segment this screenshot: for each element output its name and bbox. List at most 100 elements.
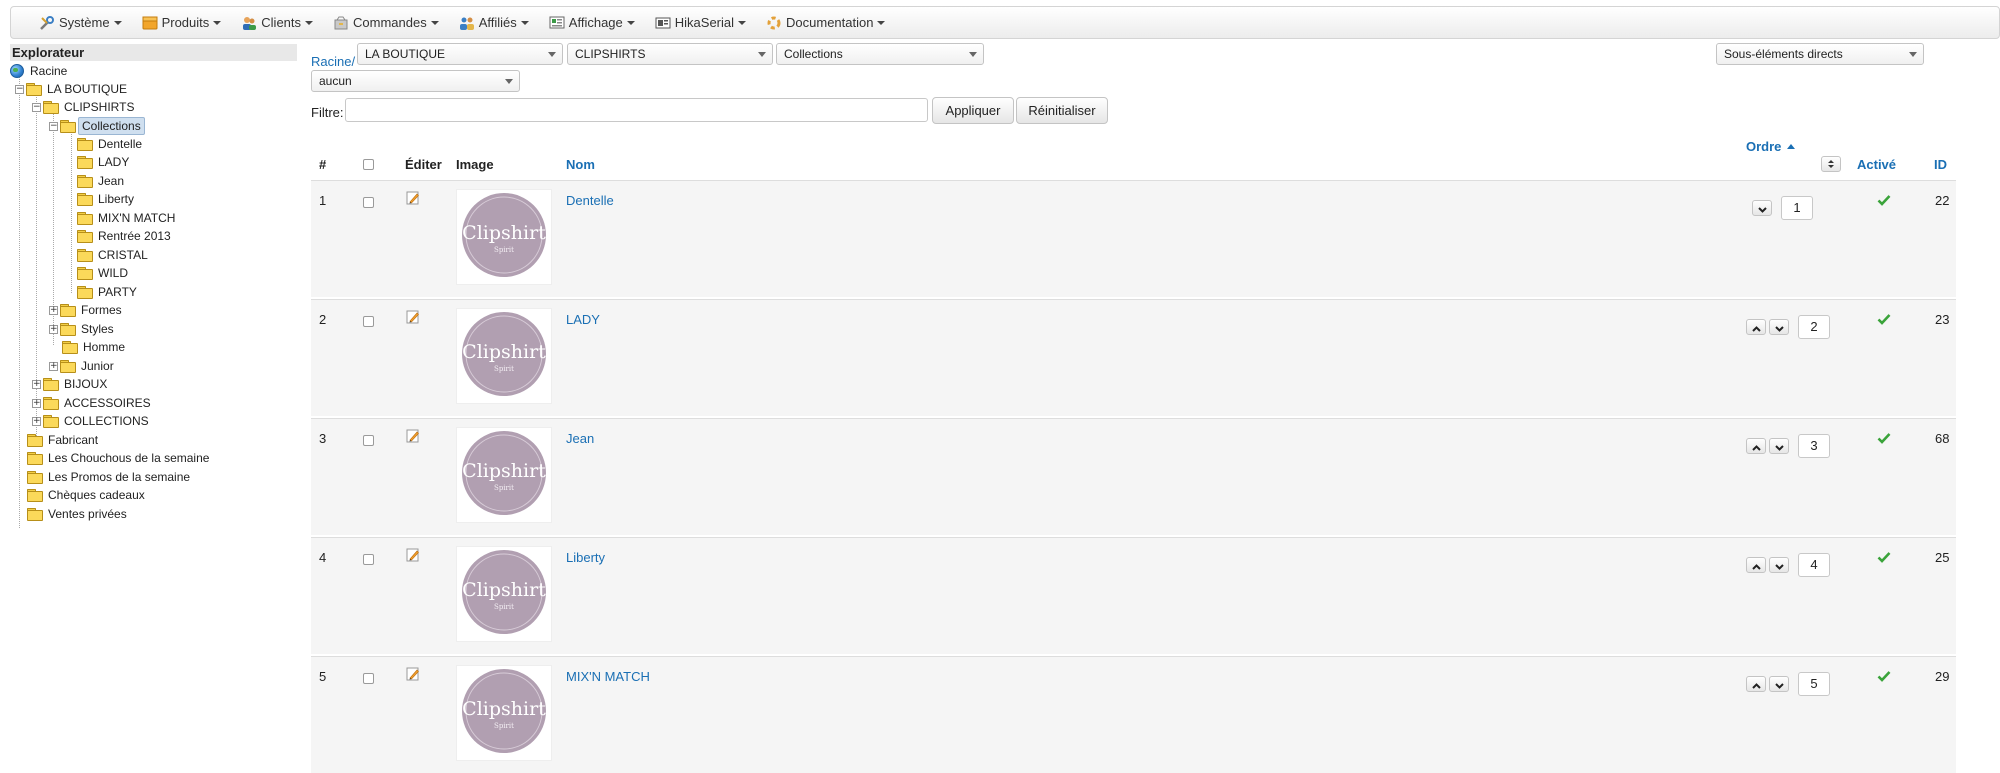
tree-node-promos[interactable]: Les Promos de la semaine [27,468,193,486]
expand-icon[interactable]: + [49,361,58,371]
menu-affichage[interactable]: Affichage [549,15,635,31]
menu-produits[interactable]: Produits [142,15,222,31]
tree-node-label: Ventes privées [48,507,127,521]
row-checkbox[interactable] [363,435,374,446]
active-check-icon[interactable] [1877,670,1891,682]
apply-button[interactable]: Appliquer [932,97,1014,124]
tree-node-cheques[interactable]: Chèques cadeaux [27,486,148,504]
scope-select[interactable]: Sous-éléments directs [1716,43,1924,65]
tree-node-homme[interactable]: Homme [62,338,128,356]
tree-node-root[interactable]: Racine [10,62,70,80]
category-select-level1[interactable]: LA BOUTIQUE [357,43,563,65]
menu-label: Documentation [786,15,874,30]
tree-node-dentelle[interactable]: Dentelle [77,135,145,153]
reset-button[interactable]: Réinitialiser [1016,97,1108,124]
tree-node-chouchous[interactable]: Les Chouchous de la semaine [27,449,212,467]
row-checkbox[interactable] [363,197,374,208]
filter-input[interactable] [345,98,928,122]
move-down-button[interactable] [1752,200,1772,216]
select-all-checkbox[interactable] [363,159,374,170]
tree-node-ventes[interactable]: Ventes privées [27,505,130,523]
collapse-icon[interactable]: − [49,121,58,131]
folder-icon [77,212,93,225]
column-header-order[interactable]: Ordre [1746,139,1796,154]
move-up-button[interactable] [1746,438,1766,454]
edit-icon[interactable] [406,667,420,681]
move-up-button[interactable] [1746,676,1766,692]
folder-icon [43,378,59,391]
row-checkbox[interactable] [363,673,374,684]
row-checkbox[interactable] [363,554,374,565]
move-down-button[interactable] [1769,319,1789,335]
order-input[interactable]: 4 [1798,553,1830,577]
move-down-button[interactable] [1769,676,1789,692]
tree-node-liberty[interactable]: Liberty [77,190,137,208]
move-up-button[interactable] [1746,557,1766,573]
category-select-level3[interactable]: Collections [776,43,984,65]
tree-node-formes[interactable]: + Formes [49,301,125,319]
column-header-active[interactable]: Activé [1857,157,1896,172]
row-checkbox[interactable] [363,316,374,327]
collapse-icon[interactable]: − [15,84,24,94]
menu-systeme[interactable]: Système [39,15,122,31]
chevron-down-icon [877,20,886,25]
column-header-name[interactable]: Nom [566,157,595,172]
tree-node-bijoux[interactable]: + BIJOUX [32,375,110,393]
expand-icon[interactable]: + [49,324,58,334]
expand-icon[interactable]: + [32,398,41,408]
collapse-icon[interactable]: − [32,102,41,112]
tree-node-styles[interactable]: + Styles [49,320,117,338]
expand-icon[interactable]: + [32,379,41,389]
category-name-link[interactable]: Dentelle [566,193,614,208]
tree-node-fabricant[interactable]: Fabricant [27,431,101,449]
menu-affilies[interactable]: Affiliés [459,15,529,31]
tree-node-label: Chèques cadeaux [48,488,145,502]
tree-node-label: PARTY [98,285,137,299]
move-down-button[interactable] [1769,438,1789,454]
active-check-icon[interactable] [1877,194,1891,206]
category-name-link[interactable]: LADY [566,312,600,327]
edit-icon[interactable] [406,429,420,443]
edit-icon[interactable] [406,191,420,205]
category-name-link[interactable]: Liberty [566,550,605,565]
menu-documentation[interactable]: Documentation [766,15,886,31]
move-down-button[interactable] [1769,557,1789,573]
category-name-link[interactable]: Jean [566,431,594,446]
expand-icon[interactable]: + [49,305,58,315]
breadcrumb-root-link[interactable]: Racine/ [311,54,355,69]
order-input[interactable]: 5 [1798,672,1830,696]
tree-node-party[interactable]: PARTY [77,283,140,301]
edit-icon[interactable] [406,310,420,324]
order-input[interactable]: 3 [1798,434,1830,458]
tree-node-collections-upper[interactable]: + COLLECTIONS [32,412,152,430]
tree-node-rentree[interactable]: Rentrée 2013 [77,227,174,245]
edit-icon[interactable] [406,548,420,562]
tree-node-la-boutique[interactable]: − LA BOUTIQUE [15,80,130,98]
tree-node-collections[interactable]: − Collections [49,117,145,135]
menu-hikaserial[interactable]: HikaSerial [655,15,747,31]
tree-node-lady[interactable]: LADY [77,153,132,171]
order-input[interactable]: 2 [1798,315,1830,339]
expand-icon[interactable]: + [32,416,41,426]
active-check-icon[interactable] [1877,551,1891,563]
active-check-icon[interactable] [1877,432,1891,444]
tree-node-cristal[interactable]: CRISTAL [77,246,151,264]
menu-clients[interactable]: Clients [241,15,314,31]
category-select-level4[interactable]: aucun [311,70,520,92]
tree-node-clipshirts[interactable]: − CLIPSHIRTS [32,98,137,116]
tree-node-mixnmatch[interactable]: MIX'N MATCH [77,209,178,227]
table-row: 3 Clipshirt Spirit Jean 3 68 [311,418,1956,535]
category-name-link[interactable]: MIX'N MATCH [566,669,650,684]
tree-node-accessoires[interactable]: + ACCESSOIRES [32,394,154,412]
column-header-id[interactable]: ID [1934,157,1947,172]
menu-commandes[interactable]: Commandes [333,15,439,31]
move-up-button[interactable] [1746,319,1766,335]
active-check-icon[interactable] [1877,313,1891,325]
tree-node-junior[interactable]: + Junior [49,357,117,375]
save-order-button[interactable] [1821,156,1841,172]
tree-node-jean[interactable]: Jean [77,172,127,190]
tree-node-label: Fabricant [48,433,99,447]
tree-node-wild[interactable]: WILD [77,264,131,282]
category-select-level2[interactable]: CLIPSHIRTS [567,43,773,65]
order-input[interactable]: 1 [1781,196,1813,220]
